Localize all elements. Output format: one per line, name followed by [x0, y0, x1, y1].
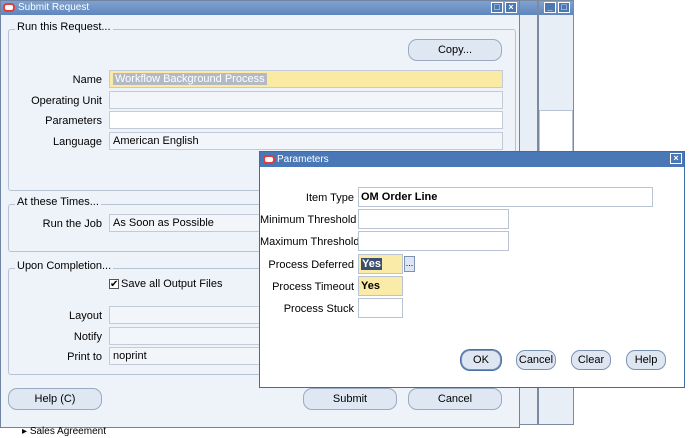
parameters-label: Parameters [45, 115, 102, 127]
oracle-icon [3, 3, 15, 12]
layout-field[interactable] [109, 306, 264, 324]
item-type-field[interactable]: OM Order Line [358, 187, 653, 207]
language-field[interactable]: American English [109, 132, 503, 150]
ok-button[interactable]: OK [461, 350, 501, 370]
operating-unit-label: Operating Unit [31, 95, 102, 107]
dialog-help-button[interactable]: Help [626, 350, 666, 370]
minimum-threshold-field[interactable] [358, 209, 509, 229]
parameters-field[interactable] [109, 111, 503, 129]
dialog-close-icon[interactable]: × [670, 153, 682, 164]
submit-request-titlebar: Submit Request × □ [1, 1, 519, 15]
notify-field[interactable] [109, 327, 264, 345]
process-deferred-label: Process Deferred [268, 259, 354, 271]
clear-button[interactable]: Clear [571, 350, 611, 370]
oracle-icon [263, 155, 275, 164]
process-deferred-field[interactable]: Yes [358, 254, 403, 274]
process-stuck-field[interactable] [358, 298, 403, 318]
notify-label: Notify [73, 331, 102, 343]
dialog-cancel-button[interactable]: Cancel [516, 350, 556, 370]
background-list-item: ▸ Sales Agreement [22, 426, 106, 438]
copy-button[interactable]: Copy... [408, 39, 502, 61]
print-to-field[interactable]: noprint [109, 347, 264, 365]
operating-unit-field[interactable] [109, 91, 503, 109]
run-job-field[interactable]: As Soon as Possible [109, 214, 264, 232]
parameters-titlebar: Parameters × [260, 152, 684, 167]
list-bullet: ▸ [22, 426, 30, 437]
name-value: Workflow Background Process [113, 73, 267, 85]
save-output-checkbox[interactable]: ✔ [109, 279, 119, 290]
maximum-threshold-label: Maximum Threshold [260, 236, 360, 248]
run-job-label: Run the Job [42, 218, 102, 230]
process-timeout-label: Process Timeout [272, 281, 354, 293]
submit-button[interactable]: Submit [303, 388, 397, 410]
cancel-button[interactable]: Cancel [408, 388, 502, 410]
layout-label: Layout [68, 310, 102, 322]
lov-button[interactable]: ... [404, 256, 415, 272]
close-icon[interactable]: × [505, 2, 517, 13]
background-maximize-button[interactable]: □ [558, 2, 570, 13]
help-button[interactable]: Help (C) [8, 388, 102, 410]
item-type-label: Item Type [305, 192, 354, 204]
times-group-label: At these Times... [15, 196, 101, 208]
run-request-group-label: Run this Request... [15, 21, 113, 33]
completion-group-label: Upon Completion... [15, 260, 114, 272]
name-field[interactable]: Workflow Background Process [109, 70, 503, 88]
parameters-dialog: Parameters × Item Type OM Order Line Min… [259, 151, 685, 388]
background-minimize-button[interactable]: _ [544, 2, 556, 13]
minimum-threshold-label: Minimum Threshold [260, 214, 357, 226]
submit-request-title: Submit Request [18, 2, 90, 13]
language-label: Language [53, 136, 102, 148]
name-label: Name [72, 74, 102, 86]
maximum-threshold-field[interactable] [358, 231, 509, 251]
process-timeout-field[interactable]: Yes [358, 276, 403, 296]
process-deferred-value: Yes [361, 258, 382, 270]
parameters-title: Parameters [277, 154, 329, 165]
process-stuck-label: Process Stuck [283, 303, 354, 315]
background-window-1-titlebar [519, 1, 537, 15]
print-to-label: Print to [67, 351, 102, 363]
maximize-icon[interactable]: □ [491, 2, 503, 13]
save-output-label: Save all Output Files [121, 278, 223, 290]
background-list-text: Sales Agreement [29, 426, 106, 437]
